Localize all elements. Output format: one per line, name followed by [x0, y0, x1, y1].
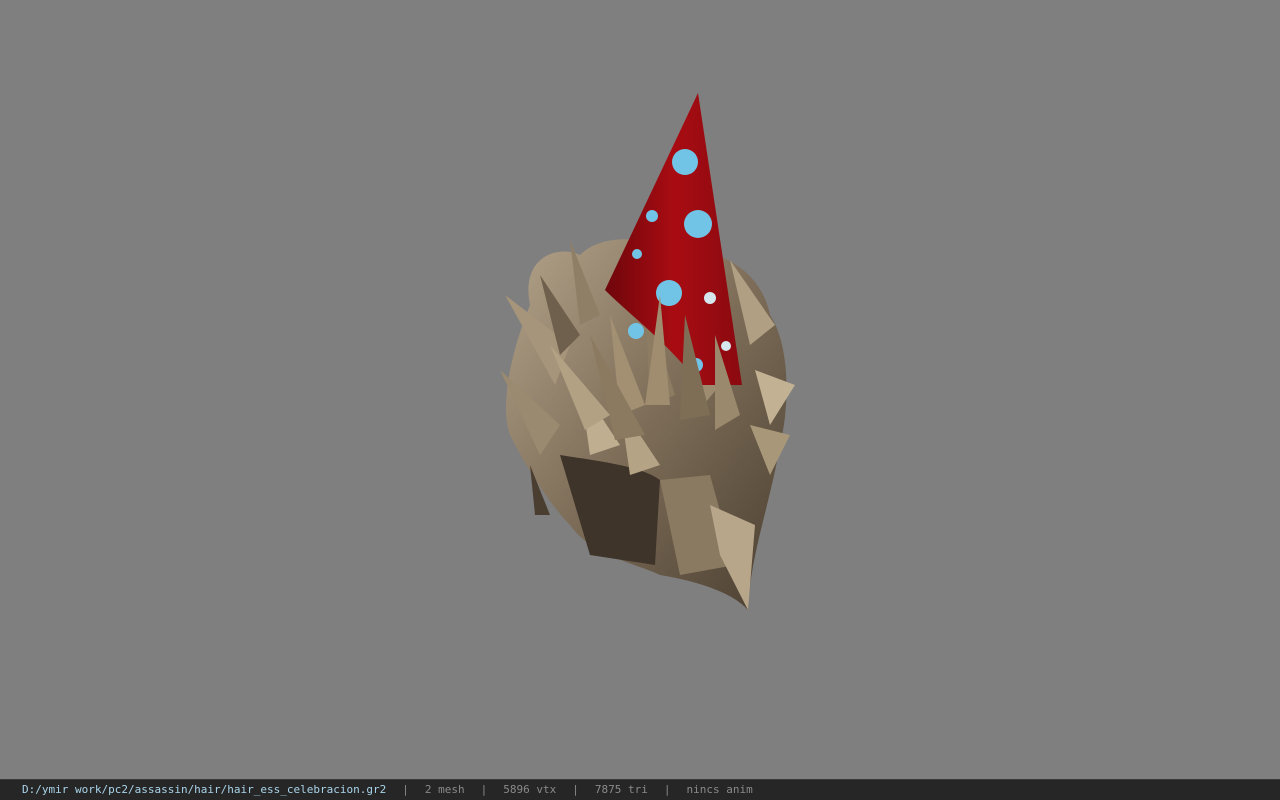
triangle-count: 7875 tri: [594, 783, 648, 796]
status-separator: |: [480, 783, 488, 796]
status-separator: |: [663, 783, 671, 796]
mesh-count: 2 mesh: [424, 783, 465, 796]
3d-viewport[interactable]: [0, 0, 1280, 779]
status-separator: |: [402, 783, 409, 796]
hair-model-render: [500, 93, 795, 610]
status-separator: |: [572, 783, 579, 796]
status-bar: D:/ymir work/pc2/assassin/hair/hair_ess_…: [0, 779, 1280, 800]
vertex-count: 5896 vtx: [503, 783, 557, 796]
file-path: D:/ymir work/pc2/assassin/hair/hair_ess_…: [22, 783, 387, 796]
anim-status: nincs anim: [686, 783, 753, 796]
